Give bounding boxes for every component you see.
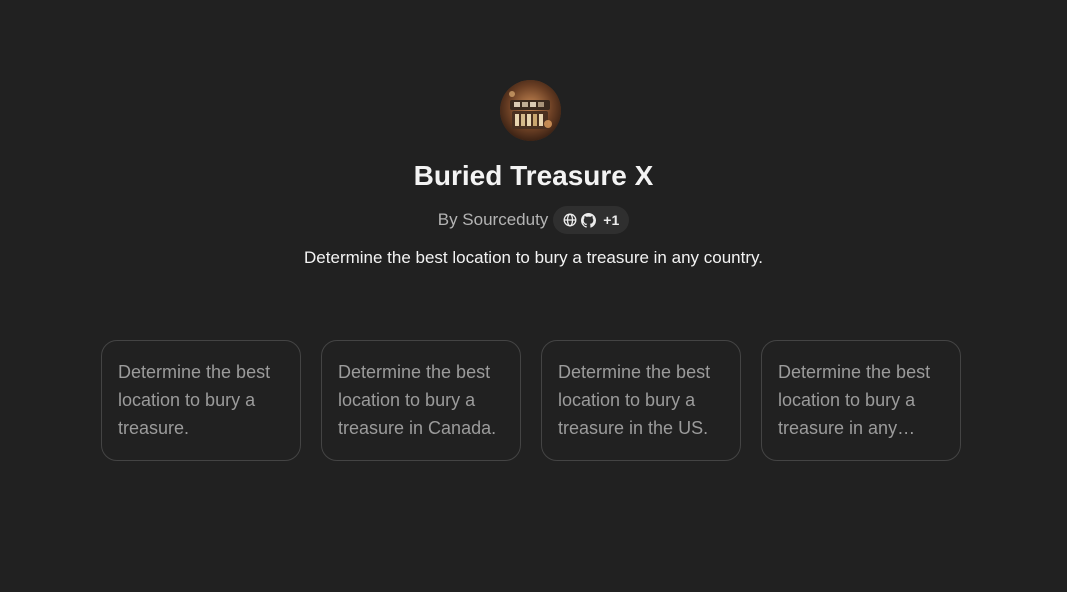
- conversation-starter-text: Determine the best location to bury a tr…: [778, 362, 931, 438]
- conversation-starter-text: Determine the best location to bury a tr…: [118, 362, 271, 438]
- conversation-starter-text: Determine the best location to bury a tr…: [558, 362, 711, 438]
- gpt-avatar: [500, 80, 561, 141]
- globe-icon: [563, 213, 577, 227]
- author-row: By Sourceduty +1: [0, 206, 1067, 234]
- conversation-starter-card[interactable]: Determine the best location to bury a tr…: [101, 340, 301, 461]
- conversation-starter-card[interactable]: Determine the best location to bury a tr…: [541, 340, 741, 461]
- conversation-starter-text: Determine the best location to bury a tr…: [338, 362, 497, 438]
- conversation-starter-card[interactable]: Determine the best location to bury a tr…: [321, 340, 521, 461]
- gpt-description: Determine the best location to bury a tr…: [304, 248, 763, 267]
- gpt-landing: Buried Treasure X By Sourceduty +1 Deter…: [0, 0, 1067, 592]
- more-links-count: +1: [603, 212, 620, 228]
- conversation-starter-card[interactable]: Determine the best location to bury a tr…: [761, 340, 961, 461]
- gpt-title: Buried Treasure X: [413, 160, 654, 191]
- github-icon: [581, 212, 597, 228]
- author-byline: By Sourceduty: [437, 210, 549, 229]
- author-links-button[interactable]: +1: [553, 206, 630, 234]
- conversation-starters: Determine the best location to bury a tr…: [101, 340, 961, 461]
